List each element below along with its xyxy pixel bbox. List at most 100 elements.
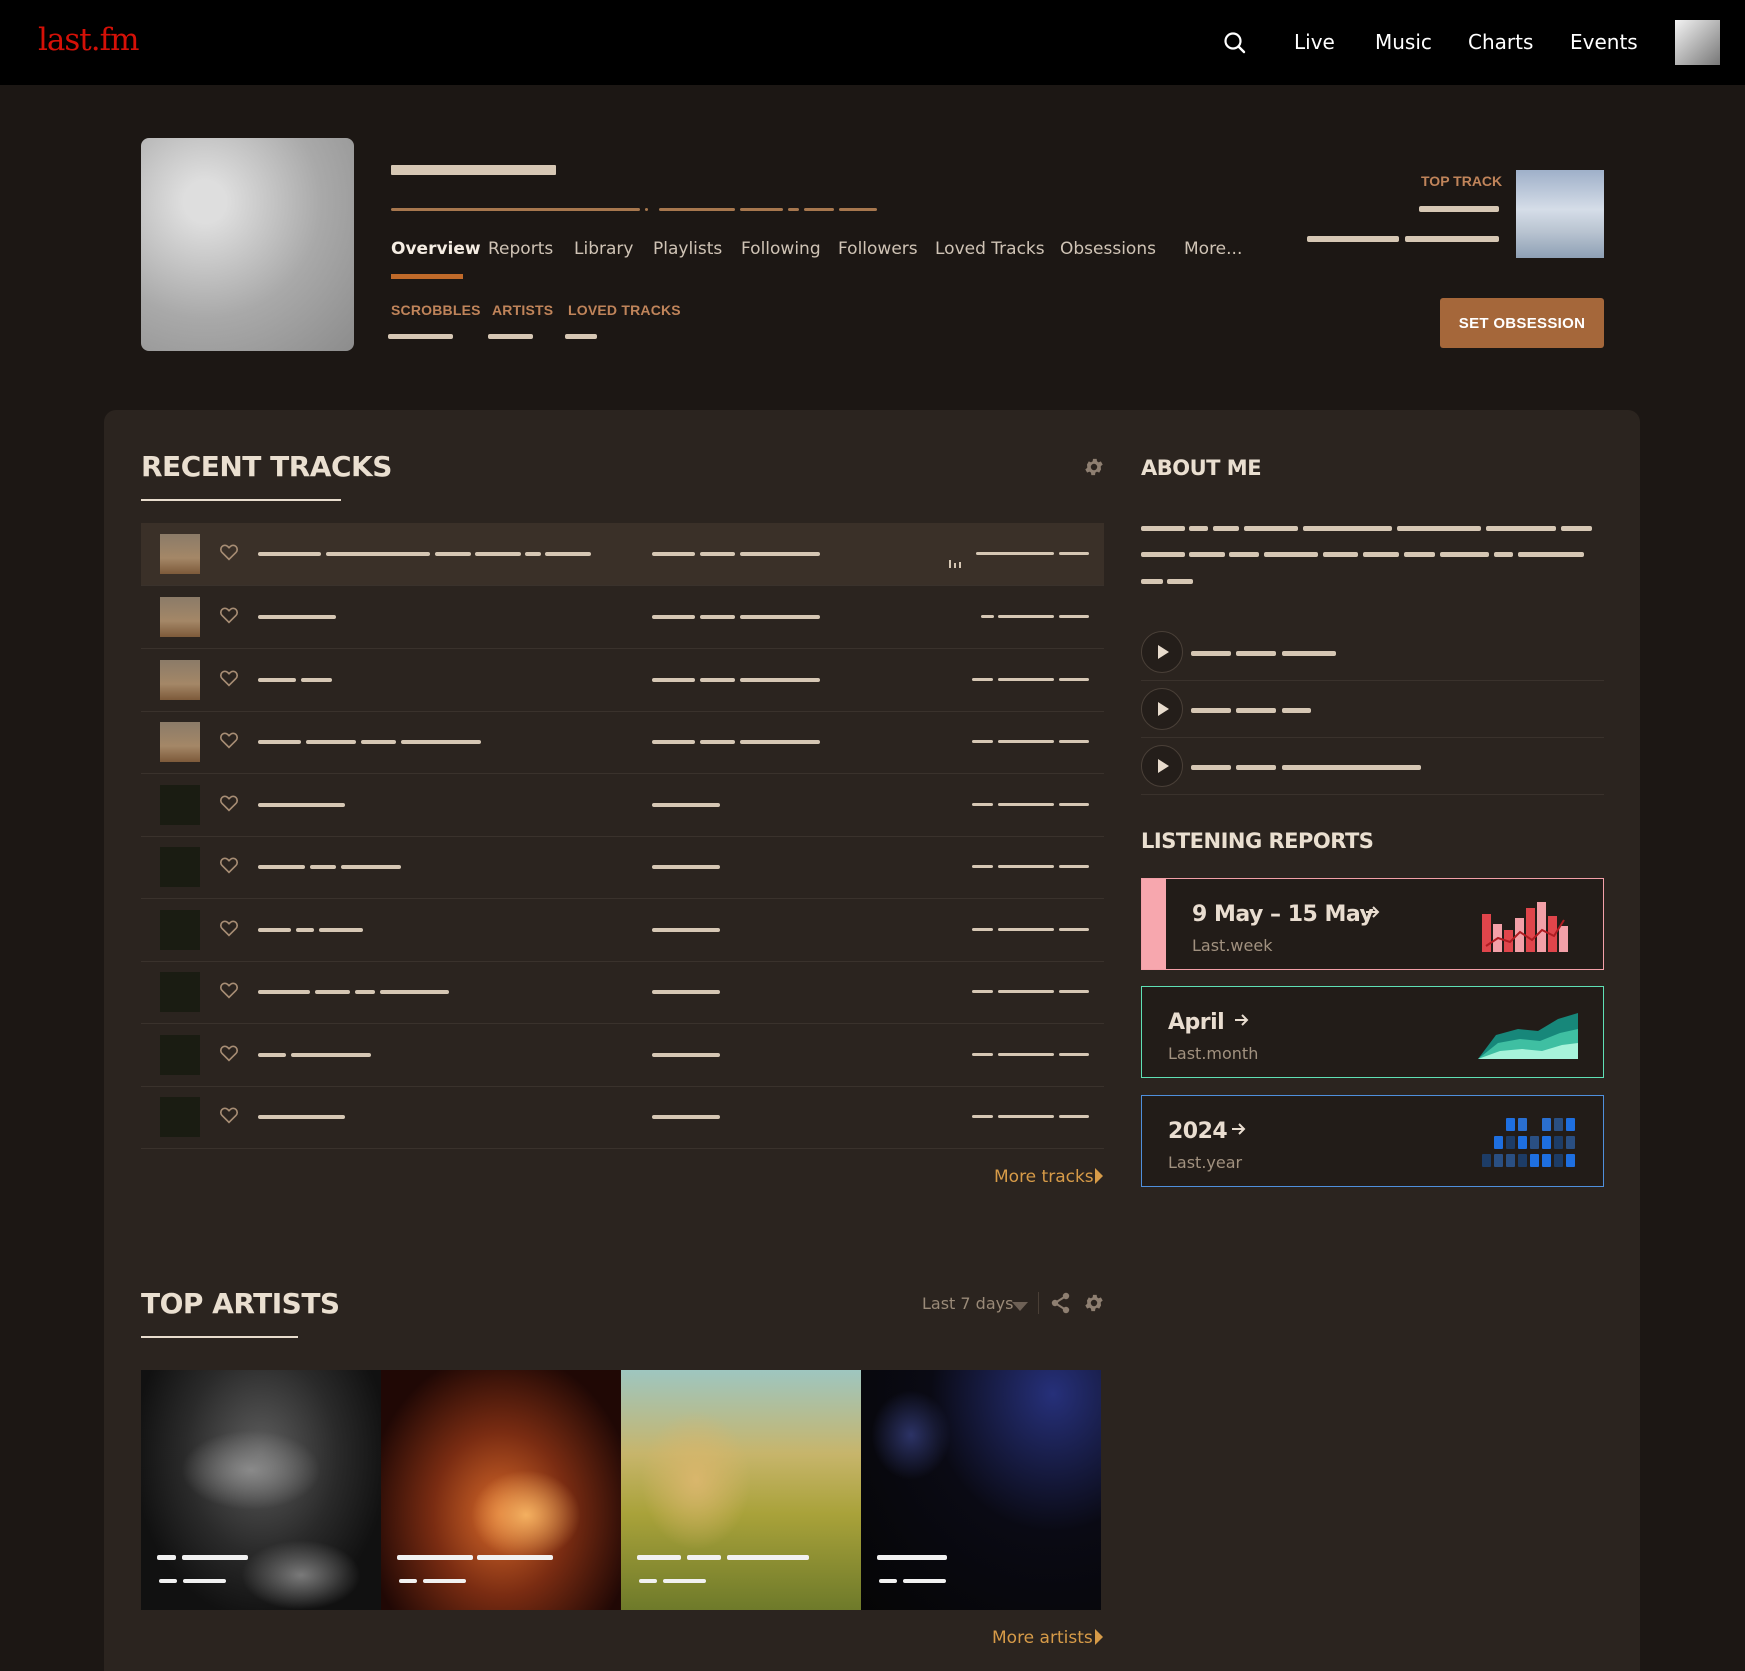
period-select[interactable]: Last 7 days <box>922 1294 1013 1313</box>
artist-tile[interactable] <box>381 1370 621 1610</box>
tab-more[interactable]: More... <box>1184 239 1242 259</box>
track-artist-redacted[interactable] <box>740 552 820 556</box>
track-title-redacted[interactable] <box>258 1115 345 1119</box>
more-tracks-link[interactable]: More tracks <box>994 1167 1094 1187</box>
track-title-redacted[interactable] <box>435 552 471 556</box>
heart-icon[interactable] <box>219 856 239 879</box>
track-title-redacted[interactable] <box>341 865 401 869</box>
track-artist-redacted[interactable] <box>700 552 735 556</box>
heart-icon[interactable] <box>219 981 239 1004</box>
track-row[interactable] <box>141 774 1104 837</box>
artist-name-redacted[interactable] <box>727 1555 809 1560</box>
arrow-right-icon[interactable] <box>1233 1011 1251 1034</box>
track-title-redacted[interactable] <box>258 740 301 744</box>
track-artist-redacted[interactable] <box>700 678 735 682</box>
featured-track-row[interactable] <box>1141 738 1604 795</box>
report-card-week[interactable]: 9 May – 15 May Last.week <box>1141 878 1604 970</box>
track-row[interactable] <box>141 711 1104 774</box>
report-title[interactable]: 9 May – 15 May <box>1192 902 1374 927</box>
featured-track-title-redacted[interactable] <box>1236 651 1276 656</box>
track-title-redacted[interactable] <box>326 552 430 556</box>
heart-icon[interactable] <box>219 669 239 692</box>
track-title-redacted[interactable] <box>315 990 350 994</box>
artist-name-redacted[interactable] <box>637 1555 681 1560</box>
track-row[interactable] <box>141 961 1104 1024</box>
track-artist-redacted[interactable] <box>740 740 820 744</box>
track-artist-redacted[interactable] <box>652 1115 720 1119</box>
heart-icon[interactable] <box>219 731 239 754</box>
track-artwork[interactable] <box>160 597 200 637</box>
track-artwork[interactable] <box>160 722 200 762</box>
track-title-redacted[interactable] <box>258 552 321 556</box>
report-card-month[interactable]: April Last.month <box>1141 986 1604 1078</box>
track-artist-redacted[interactable] <box>740 678 820 682</box>
artist-tile[interactable] <box>861 1370 1101 1610</box>
track-title-redacted[interactable] <box>291 1053 371 1057</box>
track-title-redacted[interactable] <box>545 552 591 556</box>
track-artwork[interactable] <box>160 972 200 1012</box>
track-title-redacted[interactable] <box>258 678 296 682</box>
track-title-redacted[interactable] <box>258 865 305 869</box>
heart-icon[interactable] <box>219 919 239 942</box>
caret-right-icon[interactable] <box>1094 1167 1104 1190</box>
track-artwork[interactable] <box>160 660 200 700</box>
track-title-redacted[interactable] <box>258 990 310 994</box>
artist-name-redacted[interactable] <box>397 1555 473 1560</box>
lastfm-logo[interactable]: last.fm <box>38 22 139 58</box>
stat-label-artists[interactable]: ARTISTS <box>492 302 553 318</box>
tab-loved-tracks[interactable]: Loved Tracks <box>935 239 1045 259</box>
caret-right-icon[interactable] <box>1094 1628 1104 1651</box>
track-artwork[interactable] <box>160 1097 200 1137</box>
gear-icon[interactable] <box>1083 1292 1105 1319</box>
tab-followers[interactable]: Followers <box>838 239 918 259</box>
track-artist-redacted[interactable] <box>652 928 720 932</box>
track-row[interactable] <box>141 1024 1104 1087</box>
featured-track-title-redacted[interactable] <box>1236 708 1276 713</box>
track-title-redacted[interactable] <box>401 740 481 744</box>
tab-overview[interactable]: Overview <box>391 239 481 259</box>
heart-icon[interactable] <box>219 794 239 817</box>
track-artist-redacted[interactable] <box>652 990 720 994</box>
track-title-redacted[interactable] <box>355 990 375 994</box>
arrow-right-icon[interactable] <box>1230 1120 1248 1143</box>
featured-track-title-redacted[interactable] <box>1282 708 1311 713</box>
track-title-redacted[interactable] <box>301 678 332 682</box>
featured-track-title-redacted[interactable] <box>1191 651 1231 656</box>
track-row[interactable] <box>141 523 1104 586</box>
track-artist-redacted[interactable] <box>700 615 735 619</box>
featured-track-row[interactable] <box>1141 624 1604 681</box>
track-title-redacted[interactable] <box>258 1053 286 1057</box>
track-artist-redacted[interactable] <box>740 615 820 619</box>
track-title-redacted[interactable] <box>306 740 356 744</box>
play-button[interactable] <box>1141 631 1183 673</box>
track-title-redacted[interactable] <box>319 928 363 932</box>
chevron-down-icon[interactable] <box>1012 1299 1028 1317</box>
track-row[interactable] <box>141 649 1104 712</box>
artist-tile[interactable] <box>141 1370 381 1610</box>
nav-link-live[interactable]: Live <box>1294 30 1335 54</box>
featured-track-title-redacted[interactable] <box>1282 651 1336 656</box>
track-artwork[interactable] <box>160 910 200 950</box>
track-artist-redacted[interactable] <box>652 803 720 807</box>
nav-link-events[interactable]: Events <box>1570 30 1638 54</box>
track-artwork[interactable] <box>160 785 200 825</box>
search-icon[interactable] <box>1223 31 1247 60</box>
track-title-redacted[interactable] <box>296 928 314 932</box>
heart-icon[interactable] <box>219 606 239 629</box>
tab-following[interactable]: Following <box>741 239 821 259</box>
track-artist-redacted[interactable] <box>652 740 695 744</box>
track-row[interactable] <box>141 1086 1104 1149</box>
track-row[interactable] <box>141 899 1104 962</box>
stat-label-scrobbles[interactable]: SCROBBLES <box>391 302 481 318</box>
tab-library[interactable]: Library <box>574 239 633 259</box>
featured-track-title-redacted[interactable] <box>1191 708 1231 713</box>
more-artists-link[interactable]: More artists <box>992 1628 1093 1648</box>
tab-obsessions[interactable]: Obsessions <box>1060 239 1156 259</box>
track-artist-redacted[interactable] <box>652 615 695 619</box>
heart-icon[interactable] <box>219 543 239 566</box>
track-title-redacted[interactable] <box>361 740 396 744</box>
track-title-redacted[interactable] <box>475 552 521 556</box>
track-artist-redacted[interactable] <box>652 1053 720 1057</box>
track-artwork[interactable] <box>160 847 200 887</box>
track-row[interactable] <box>141 586 1104 649</box>
